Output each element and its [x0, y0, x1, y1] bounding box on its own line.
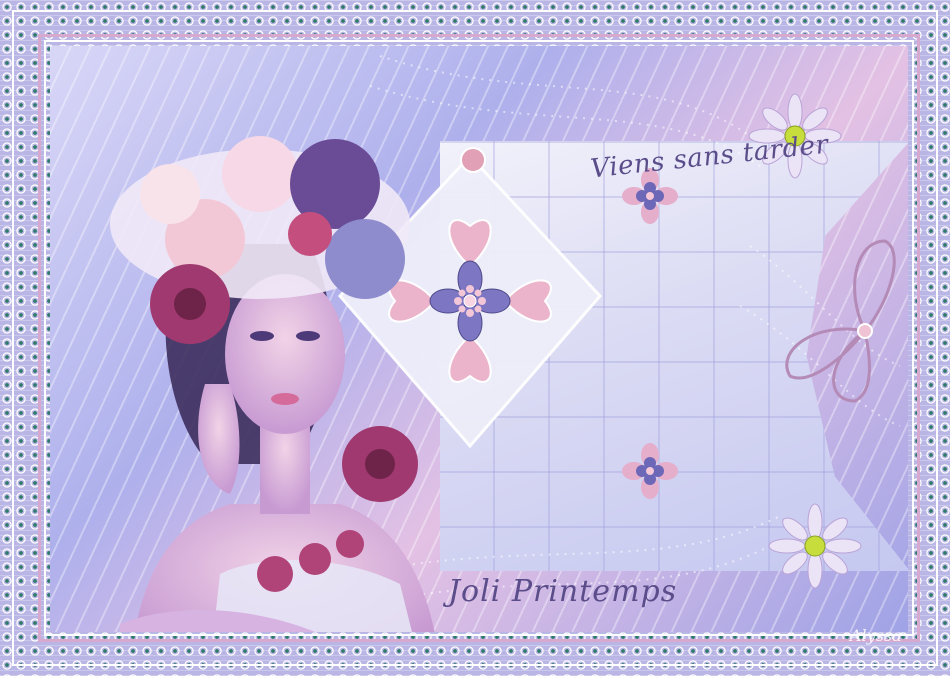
woman-portrait	[110, 136, 435, 632]
outline-flower-right	[785, 239, 896, 403]
daisy-bottom-right	[768, 503, 862, 589]
eye-right	[296, 331, 320, 341]
small-flower-bottom	[622, 443, 678, 499]
eye-left	[250, 331, 274, 341]
signature-watermark: Alyssa	[850, 626, 902, 645]
jewel-ornament	[460, 147, 486, 173]
artwork-canvas: Viens sans tarder Joli Printemps	[50, 46, 908, 632]
hand	[198, 384, 240, 494]
lips	[271, 393, 299, 405]
text-joli-printemps: Joli Printemps	[448, 574, 678, 609]
